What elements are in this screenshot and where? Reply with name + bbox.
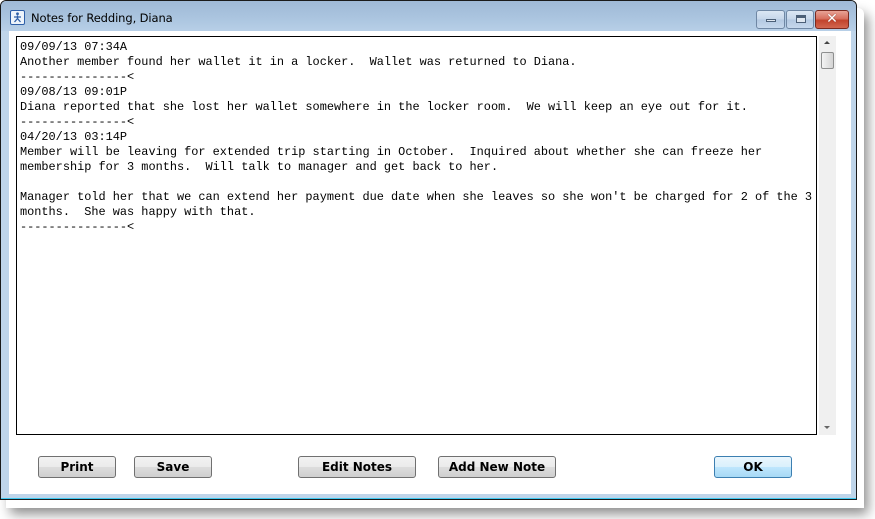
add-new-note-button[interactable]: Add New Note — [438, 456, 556, 478]
scroll-thumb[interactable] — [821, 52, 834, 69]
window-title: Notes for Redding, Diana — [31, 11, 173, 25]
print-button[interactable]: Print — [38, 456, 116, 478]
maximize-icon — [796, 15, 806, 23]
close-icon: ✕ — [826, 11, 838, 27]
dialog-client-area: 09/09/13 07:34A Another member found her… — [9, 31, 851, 494]
close-button[interactable]: ✕ — [815, 10, 849, 29]
arrow-up-icon — [824, 41, 830, 44]
scroll-down-button[interactable] — [819, 421, 836, 435]
notes-dialog: Notes for Redding, Diana ✕ 09/09/13 07:3… — [0, 0, 857, 500]
person-icon — [10, 10, 25, 25]
notes-content: 09/09/13 07:34A Another member found her… — [20, 40, 813, 234]
scroll-up-button[interactable] — [819, 36, 836, 50]
minimize-icon — [766, 19, 776, 22]
notes-textarea[interactable]: 09/09/13 07:34A Another member found her… — [16, 36, 817, 435]
edit-notes-button[interactable]: Edit Notes — [298, 456, 416, 478]
ok-button[interactable]: OK — [714, 456, 792, 478]
vertical-scrollbar[interactable] — [819, 36, 836, 435]
maximize-button[interactable] — [786, 10, 814, 29]
minimize-button[interactable] — [756, 10, 785, 29]
save-button[interactable]: Save — [134, 456, 212, 478]
arrow-down-icon — [824, 426, 830, 429]
title-bar[interactable]: Notes for Redding, Diana ✕ — [1, 1, 856, 31]
